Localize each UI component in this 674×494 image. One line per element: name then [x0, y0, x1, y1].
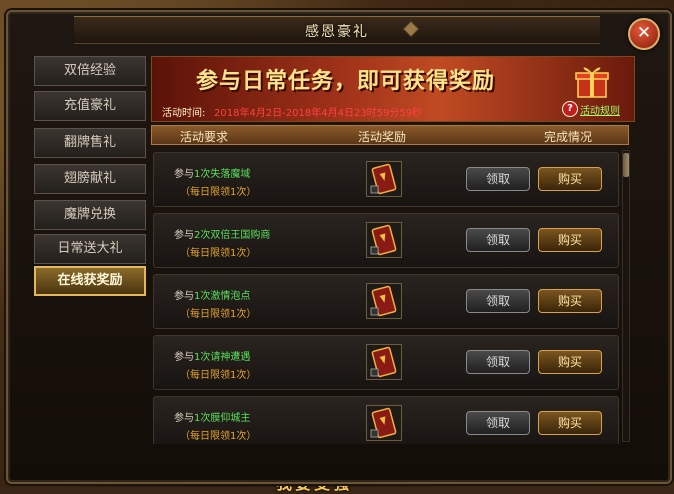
sidebar-item-wing-gift[interactable]: 翅膀献礼	[34, 164, 146, 194]
sidebar-item-online-reward[interactable]: 在线获奖励	[34, 266, 146, 296]
row-requirement: 参与2次双倍王国购商	[174, 230, 271, 241]
table-row: 参与1次失落魔域 （每日限领1次） 领取 购买	[153, 152, 619, 207]
table-row: 参与2次双倍王国购商 （每日限领1次） 领取 购买	[153, 213, 619, 268]
row-requirement: 参与1次膜仰城主	[174, 413, 251, 424]
event-banner: 参与日常任务，即可获得奖励 活动时间: 2018年4月2日-2018年4月4日2…	[151, 56, 635, 122]
claim-button[interactable]: 领取	[466, 228, 530, 252]
reward-card-icon[interactable]	[366, 283, 402, 319]
table-row: 参与1次激情泡点 （每日限领1次） 领取 购买	[153, 274, 619, 329]
row-daily-limit: （每日限领1次）	[180, 431, 257, 442]
sidebar: 双倍经验 充值豪礼 翻牌售礼 翅膀献礼 魔牌兑换 日常送大礼 在线获奖励	[34, 56, 146, 446]
row-daily-limit: （每日限领1次）	[180, 309, 257, 320]
header-status: 完成情况	[544, 130, 593, 144]
help-icon[interactable]: ?	[562, 101, 578, 117]
buy-button[interactable]: 购买	[538, 228, 602, 252]
header-requirement: 活动要求	[180, 130, 229, 144]
event-time-label: 活动时间:	[162, 108, 206, 119]
list-scrollbar[interactable]	[622, 150, 630, 442]
claim-button[interactable]: 领取	[466, 289, 530, 313]
row-requirement: 参与1次失落魔域	[174, 169, 251, 180]
sidebar-item-double-exp[interactable]: 双倍经验	[34, 56, 146, 86]
event-time-value: 2018年4月2日-2018年4月4日23时59分59秒	[214, 108, 423, 119]
reward-card-icon[interactable]	[366, 405, 402, 441]
table-row: 参与1次请神遭遇 （每日限领1次） 领取 购买	[153, 335, 619, 390]
sidebar-item-daily-gift[interactable]: 日常送大礼	[34, 234, 146, 264]
gift-box-icon	[575, 67, 609, 98]
buy-button[interactable]: 购买	[538, 350, 602, 374]
row-daily-limit: （每日限领1次）	[180, 248, 257, 259]
reward-card-icon[interactable]	[366, 161, 402, 197]
event-rules-link[interactable]: 活动规则	[580, 102, 620, 117]
header-reward: 活动奖励	[358, 130, 407, 144]
row-daily-limit: （每日限领1次）	[180, 370, 257, 381]
sidebar-item-magic-card-exchange[interactable]: 魔牌兑换	[34, 200, 146, 230]
scrollbar-thumb[interactable]	[623, 153, 629, 177]
table-row: 参与1次膜仰城主 （每日限领1次） 领取 购买	[153, 396, 619, 444]
close-button[interactable]: ✕	[628, 18, 660, 50]
sidebar-item-flip-card-sale[interactable]: 翻牌售礼	[34, 128, 146, 158]
buy-button[interactable]: 购买	[538, 167, 602, 191]
claim-button[interactable]: 领取	[466, 411, 530, 435]
row-daily-limit: （每日限领1次）	[180, 187, 257, 198]
table-header: 活动要求 活动奖励 完成情况	[151, 125, 629, 145]
task-list: 参与1次失落魔域 （每日限领1次） 领取 购买 参与2次双倍王国购商 （每日限领…	[151, 148, 629, 444]
dialog-titlebar: 感恩豪礼	[74, 16, 600, 44]
buy-button[interactable]: 购买	[538, 411, 602, 435]
banner-heading: 参与日常任务，即可获得奖励	[196, 69, 496, 94]
dialog-title: 感恩豪礼	[305, 24, 369, 40]
sidebar-item-recharge-gift[interactable]: 充值豪礼	[34, 91, 146, 121]
claim-button[interactable]: 领取	[466, 350, 530, 374]
row-requirement: 参与1次激情泡点	[174, 291, 251, 302]
claim-button[interactable]: 领取	[466, 167, 530, 191]
buy-button[interactable]: 购买	[538, 289, 602, 313]
reward-card-icon[interactable]	[366, 344, 402, 380]
reward-card-icon[interactable]	[366, 222, 402, 258]
row-requirement: 参与1次请神遭遇	[174, 352, 251, 363]
